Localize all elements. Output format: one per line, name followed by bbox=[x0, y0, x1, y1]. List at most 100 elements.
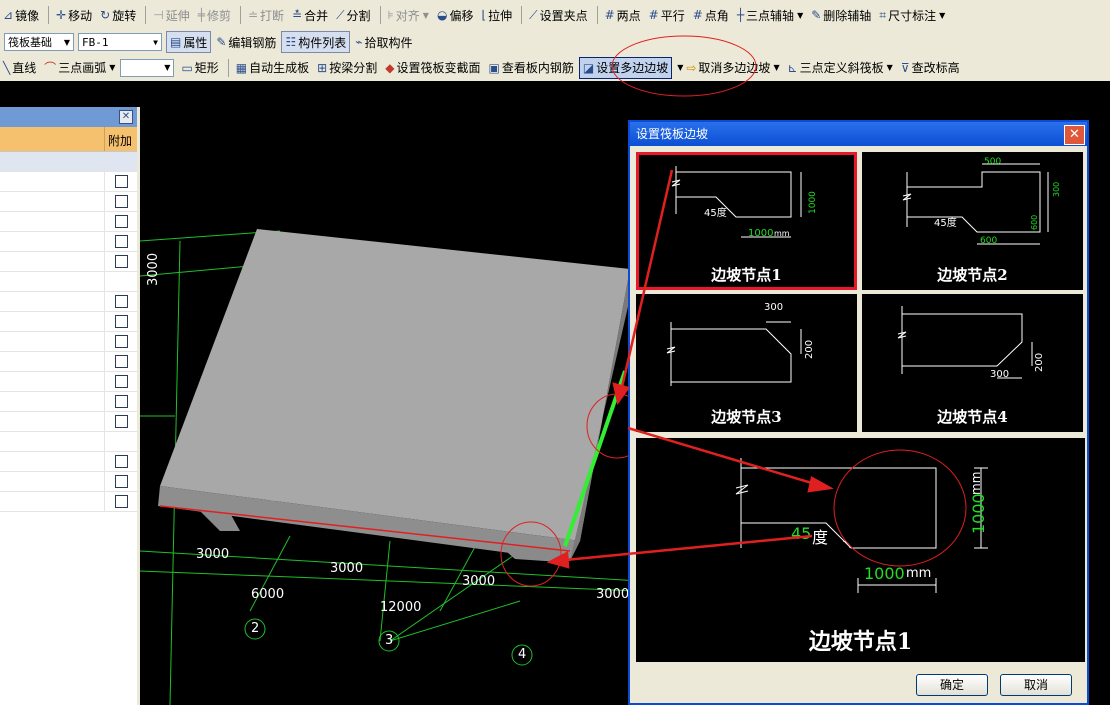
cancel-multi-edge-slope-button[interactable]: ⇨ 取消多边边坡 ▼ bbox=[683, 58, 782, 78]
table-row[interactable] bbox=[0, 312, 137, 332]
trim-icon: ╪ bbox=[197, 8, 205, 22]
table-row[interactable] bbox=[0, 252, 137, 272]
checkbox[interactable] bbox=[115, 255, 128, 268]
offset-icon: ◒ bbox=[436, 8, 448, 22]
dimension-label: 3000 bbox=[196, 547, 230, 562]
arc-icon: ⌒ bbox=[44, 61, 57, 75]
checkbox[interactable] bbox=[115, 335, 128, 348]
draw-mode-select[interactable]: ▼ bbox=[120, 58, 175, 77]
checkbox[interactable] bbox=[115, 355, 128, 368]
checkbox[interactable] bbox=[115, 415, 128, 428]
slope-option-3[interactable]: 300 200 边坡节点3 bbox=[636, 294, 857, 432]
checkbox[interactable] bbox=[115, 215, 128, 228]
table-row[interactable] bbox=[0, 472, 137, 492]
slope-option-1[interactable]: 45度 1000 mm 1000 边坡节点1 bbox=[636, 152, 857, 290]
table-row[interactable] bbox=[0, 372, 137, 392]
merge-button[interactable]: ≛ 合并 bbox=[289, 5, 331, 25]
checkbox[interactable] bbox=[115, 475, 128, 488]
break-button[interactable]: ≐ 打断 bbox=[245, 5, 287, 25]
pick-component-button[interactable]: ⌁ 拾取构件 bbox=[352, 32, 415, 52]
dim-label: 600 bbox=[980, 236, 998, 246]
rotate-button[interactable]: ↻ 旋转 bbox=[97, 5, 139, 25]
three-point-inclined-slab-button[interactable]: ⊾ 三点定义斜筏板 ▼ bbox=[785, 58, 896, 78]
grid-icon: ▦ bbox=[235, 60, 248, 75]
table-row[interactable] bbox=[0, 192, 137, 212]
auto-generate-slab-button[interactable]: ▦ 自动生成板 bbox=[233, 58, 312, 78]
set-grip-button[interactable]: ⟋ 设置夹点 bbox=[526, 5, 590, 25]
separator bbox=[145, 6, 147, 24]
checkbox[interactable] bbox=[115, 195, 128, 208]
cancel-button[interactable]: 取消 bbox=[1000, 674, 1072, 696]
properties-button[interactable]: ▤ 属性 bbox=[166, 31, 212, 53]
table-row[interactable] bbox=[0, 332, 137, 352]
table-row[interactable] bbox=[0, 492, 137, 512]
variable-section-button[interactable]: ◆ 设置筏板变截面 bbox=[382, 58, 483, 78]
split-button[interactable]: ⟋ 分割 bbox=[333, 5, 373, 25]
list-icon: ☷ bbox=[285, 35, 297, 49]
checkbox[interactable] bbox=[115, 315, 128, 328]
three-point-arc-button[interactable]: ⌒ 三点画弧 ▼ bbox=[41, 58, 118, 78]
checkbox[interactable] bbox=[115, 175, 128, 188]
checkbox[interactable] bbox=[115, 495, 128, 508]
trim-button[interactable]: ╪ 修剪 bbox=[195, 5, 234, 25]
three-point-axis-button[interactable]: ┼ 三点辅轴 ▼ bbox=[734, 5, 806, 25]
check-elevation-button[interactable]: ⊽ 查改标高 bbox=[898, 58, 963, 78]
align-button[interactable]: ⊧ 对齐 ▼ bbox=[385, 5, 432, 25]
dimension-label: 3000 bbox=[146, 252, 161, 286]
extend-button[interactable]: ⊣ 延伸 bbox=[150, 5, 192, 25]
table-row[interactable] bbox=[0, 292, 137, 312]
split-by-beam-button[interactable]: ⊞ 按梁分割 bbox=[314, 58, 380, 78]
close-icon[interactable]: ✕ bbox=[1064, 125, 1085, 145]
stretch-button[interactable]: ⌊ 拉伸 bbox=[478, 5, 515, 25]
close-icon[interactable]: ✕ bbox=[119, 110, 133, 124]
checkbox[interactable] bbox=[115, 375, 128, 388]
grip-icon: ⟋ bbox=[529, 7, 538, 22]
axis-label: 4 bbox=[518, 647, 527, 662]
delete-axis-button[interactable]: ✎ 删除辅轴 bbox=[808, 5, 874, 25]
chevron-down-icon: ▼ bbox=[164, 63, 171, 72]
checkbox[interactable] bbox=[115, 295, 128, 308]
table-row[interactable] bbox=[0, 412, 137, 432]
checkbox[interactable] bbox=[115, 395, 128, 408]
variable-section-icon: ◆ bbox=[385, 60, 395, 75]
mirror-button[interactable]: ⊿ 镜像 bbox=[0, 5, 42, 25]
component-list-button[interactable]: ☷ 构件列表 bbox=[281, 31, 351, 53]
table-row[interactable] bbox=[0, 392, 137, 412]
point-angle-axis-button[interactable]: # 点角 bbox=[690, 5, 732, 25]
table-row[interactable] bbox=[0, 232, 137, 252]
table-row[interactable] bbox=[0, 432, 137, 452]
dimension-label: 3000 bbox=[596, 587, 630, 602]
toolbar-row-2: 筏板基础 ▼ FB-1 ▼ ▤ 属性 ✎ 编辑钢筋 ☷ 构件列表 ⌁ 拾取构件 bbox=[0, 30, 1110, 54]
ok-button[interactable]: 确定 bbox=[916, 674, 988, 696]
table-row[interactable] bbox=[0, 152, 137, 172]
rectangle-button[interactable]: ▭ 矩形 bbox=[178, 58, 221, 78]
column-header-extra: 附加 bbox=[107, 134, 132, 148]
edit-rebar-button[interactable]: ✎ 编辑钢筋 bbox=[213, 32, 279, 52]
angle-label: 45度 bbox=[704, 208, 727, 219]
dim-label: 200 bbox=[1034, 352, 1045, 372]
table-row[interactable] bbox=[0, 452, 137, 472]
table-row[interactable] bbox=[0, 352, 137, 372]
move-button[interactable]: ✛ 移动 bbox=[53, 5, 95, 25]
slope-option-4[interactable]: 300 200 边坡节点4 bbox=[862, 294, 1083, 432]
category-select[interactable]: 筏板基础 ▼ bbox=[4, 33, 74, 51]
eyedropper-icon: ⌁ bbox=[355, 35, 363, 49]
view-slab-rebar-button[interactable]: ▣ 查看板内钢筋 bbox=[485, 58, 576, 78]
stretch-icon: ⌊ bbox=[481, 8, 487, 22]
dimension-button[interactable]: ⌗ 尺寸标注 ▼ bbox=[876, 5, 948, 25]
table-row[interactable] bbox=[0, 172, 137, 192]
checkbox[interactable] bbox=[115, 235, 128, 248]
elevation-icon: ⊽ bbox=[900, 60, 910, 75]
slope-option-2[interactable]: 500 300 600 45度 600 边坡节点2 bbox=[862, 152, 1083, 290]
checkbox[interactable] bbox=[115, 455, 128, 468]
parallel-axis-button[interactable]: # 平行 bbox=[646, 5, 688, 25]
set-multi-edge-slope-button[interactable]: ◪ 设置多边边坡 bbox=[578, 56, 673, 79]
table-row[interactable] bbox=[0, 272, 137, 292]
dim-label: 300 bbox=[764, 302, 784, 313]
line-button[interactable]: ╲ 直线 bbox=[0, 58, 39, 78]
component-select[interactable]: FB-1 ▼ bbox=[78, 33, 162, 51]
offset-button[interactable]: ◒ 偏移 bbox=[434, 5, 477, 25]
table-row[interactable] bbox=[0, 212, 137, 232]
two-point-axis-button[interactable]: # 两点 bbox=[602, 5, 644, 25]
dimension-label: 6000 bbox=[251, 587, 285, 602]
